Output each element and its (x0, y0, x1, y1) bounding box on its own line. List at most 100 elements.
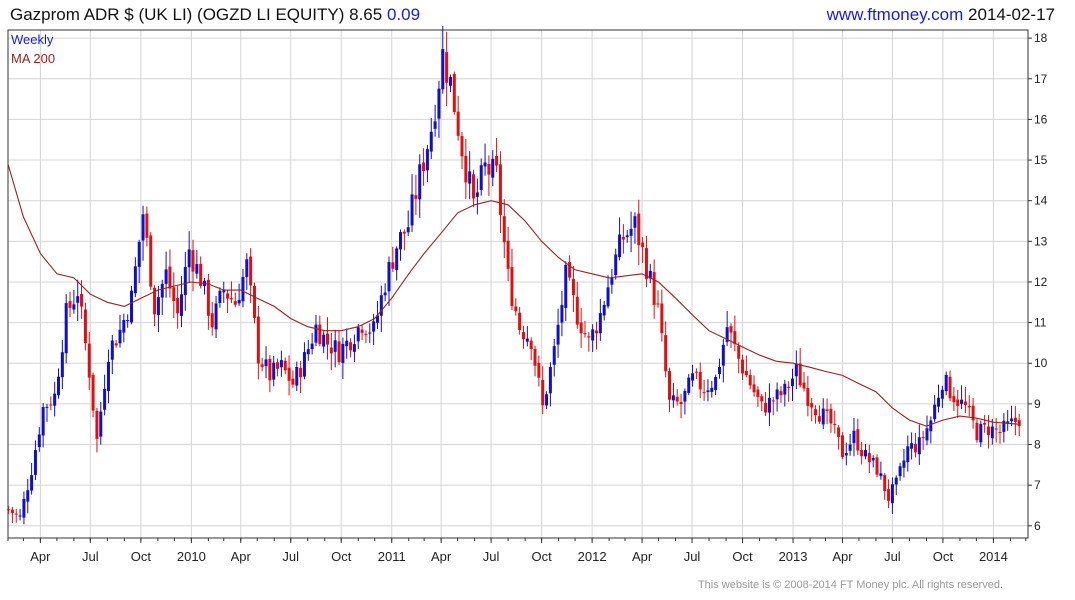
candle-body (60, 352, 64, 378)
candle-body (633, 216, 637, 228)
candle-body (983, 422, 987, 425)
candle-body (614, 254, 618, 275)
candle-body (887, 489, 891, 501)
candle-body (126, 320, 130, 322)
x-tick-label: 2014 (979, 549, 1008, 564)
candle-body (717, 367, 721, 375)
candle-body (360, 329, 364, 333)
candle-body (295, 367, 299, 386)
candle-body (222, 290, 226, 293)
candle-body (472, 174, 476, 199)
candle-body (41, 407, 45, 436)
candle-body (14, 513, 18, 515)
candle-body (45, 406, 49, 408)
candle-body (141, 214, 145, 241)
candle-body (694, 371, 698, 373)
candle-body (99, 411, 103, 437)
candle-body (91, 374, 95, 411)
candle-body (814, 409, 818, 416)
candle-body (68, 301, 72, 308)
candle-body (921, 437, 925, 439)
candle-body (764, 402, 768, 413)
y-tick-label: 15 (1034, 153, 1048, 167)
candle-body (137, 241, 141, 267)
candle-body (299, 367, 303, 378)
candle-body (875, 457, 879, 475)
candle-body (537, 362, 541, 378)
candle-body (756, 389, 760, 397)
candle-body (514, 306, 518, 312)
x-tick-label: Jul (884, 549, 901, 564)
candle-body (345, 340, 349, 347)
candle-body (644, 248, 648, 279)
candle-body (940, 389, 944, 399)
candle-body (802, 382, 806, 389)
candle-body (399, 232, 403, 250)
candle-body (852, 430, 856, 444)
candle-body (687, 377, 691, 393)
candle-body (264, 359, 268, 367)
candle-body (564, 264, 568, 308)
candle-body (352, 344, 356, 352)
candle-body (960, 399, 964, 404)
candle-body (291, 378, 295, 385)
candle-body (276, 362, 280, 369)
candle-body (737, 345, 741, 359)
candle-body (986, 426, 990, 436)
candle-body (176, 298, 180, 314)
candle-body (998, 431, 1002, 433)
candle-body (314, 324, 318, 343)
candle-body (621, 236, 625, 240)
candle-body (110, 340, 114, 360)
candle-body (668, 371, 672, 400)
candle-body (349, 342, 353, 351)
candle-body (172, 287, 176, 301)
candle-body (702, 392, 706, 394)
x-tick-label: Oct (732, 549, 753, 564)
candle-body (779, 391, 783, 396)
candle-body (195, 264, 199, 274)
candle-body (771, 400, 775, 402)
x-tick-label: Oct (131, 549, 152, 564)
candle-body (7, 509, 11, 511)
candle-body (310, 343, 314, 350)
candle-body (848, 444, 852, 451)
candle-body (410, 194, 414, 226)
candle-body (913, 443, 917, 453)
candle-body (902, 460, 906, 468)
candle-body (706, 390, 710, 392)
candle-body (468, 171, 472, 184)
candle-body (963, 401, 967, 405)
candle-body (168, 266, 172, 289)
candle-body (441, 49, 445, 90)
candle-body (383, 292, 387, 296)
candle-body (206, 279, 210, 316)
candle-body (787, 386, 791, 389)
x-tick-label: Oct (933, 549, 954, 564)
candle-body (445, 52, 449, 83)
candle-body (122, 320, 126, 333)
candle-body (587, 336, 591, 338)
y-axis: 6 7 8 9 10 11 12 13 14 15 16 17 18 (1028, 31, 1048, 533)
candle-body (26, 490, 30, 502)
candle-body (840, 435, 844, 458)
candle-body (752, 384, 756, 393)
candle-body (871, 458, 875, 461)
legend-ma-200: MA 200 (11, 51, 55, 66)
candle-body (279, 360, 283, 368)
candle-body (433, 121, 437, 129)
candle-body (498, 164, 502, 215)
candle-body (22, 498, 26, 518)
candle-body (414, 195, 418, 199)
candle-body (487, 163, 491, 175)
x-tick-label: 2013 (779, 549, 808, 564)
candle-body (326, 333, 330, 345)
candle-body (545, 394, 549, 406)
candle-body (229, 298, 233, 300)
candle-body (502, 216, 506, 243)
candle-body (145, 213, 149, 238)
candle-body (395, 248, 399, 271)
candle-body (575, 296, 579, 325)
candle-body (671, 395, 675, 401)
candle-body (952, 396, 956, 403)
